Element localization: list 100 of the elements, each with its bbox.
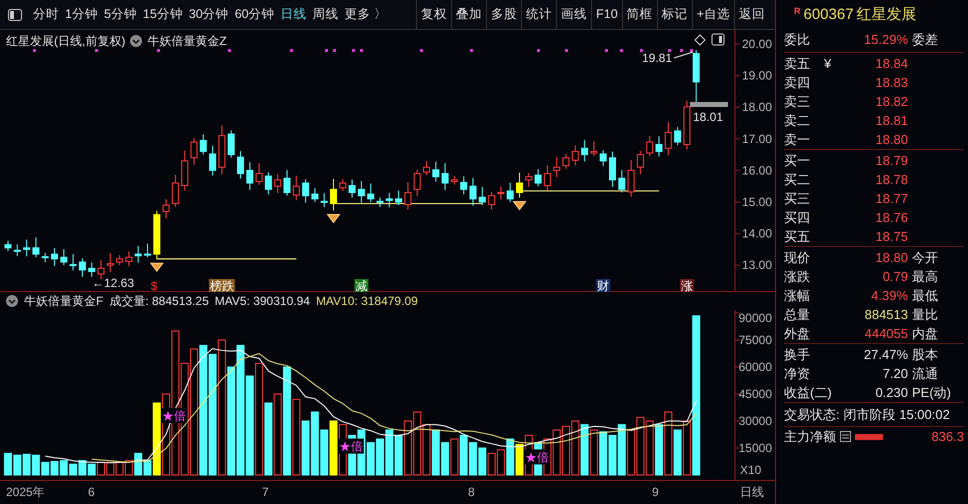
date-axis-label: 6: [88, 484, 95, 501]
toolbar-button[interactable]: 叠加: [451, 0, 486, 29]
quote-label: 总量: [784, 306, 811, 324]
indicator-name[interactable]: 牛妖倍量黄金F: [24, 292, 104, 310]
quote-label: 换手: [784, 346, 811, 364]
price-axis-label: 19.00: [742, 68, 772, 83]
trade-status-value: 闭市阶段 15:00:02: [844, 406, 950, 424]
toolbar-button[interactable]: 多股: [486, 0, 522, 29]
price-axis-label: 16.00: [742, 163, 772, 178]
quote-label: PE(动): [912, 384, 952, 402]
period-tab[interactable]: 日线: [278, 5, 310, 24]
period-tab[interactable]: 周线: [310, 5, 342, 24]
quote-value: 7.20: [882, 364, 908, 383]
quote-label: 买三: [784, 190, 811, 208]
toolbar-button[interactable]: 返回: [734, 0, 769, 29]
period-label: 日线: [740, 484, 764, 501]
signal-tag: 榜跌: [208, 279, 235, 292]
signal-label: ★倍: [161, 408, 188, 423]
quote-label: 买二: [784, 170, 811, 189]
date-axis-label: 7: [262, 484, 269, 501]
indicator-name[interactable]: 牛妖倍量黄金Z: [147, 32, 227, 50]
quote-label: 卖三: [784, 92, 811, 111]
quote-label: 流通: [912, 364, 939, 383]
signal-tag: 减: [354, 279, 368, 292]
period-tab[interactable]: 1分钟: [62, 5, 101, 24]
quote-label: 收益(二): [784, 384, 832, 402]
volume-axis-label: 90000: [738, 311, 772, 325]
quote-label: 今开: [912, 248, 939, 267]
quote-value: 884513: [864, 306, 908, 324]
volume-multiplier: X10: [740, 463, 762, 477]
price-axis-label: 15.00: [742, 195, 772, 209]
toolbar-button[interactable]: 简框: [622, 0, 657, 29]
low-price-label: ←12.63: [92, 276, 134, 290]
signal-label: ★倍: [524, 449, 550, 464]
quote-label: 涨幅: [784, 286, 811, 305]
quote-label: 净资: [784, 364, 811, 383]
quote-value: 0.79: [882, 268, 908, 286]
toolbar-button[interactable]: 复权: [416, 0, 452, 29]
period-tab[interactable]: 60分钟: [232, 5, 278, 24]
quote-value: 444055: [864, 324, 908, 343]
toolbar-button[interactable]: 画线: [556, 0, 592, 29]
period-tab[interactable]: 更多 〉: [342, 5, 390, 24]
toolbar-button[interactable]: 标记: [656, 0, 692, 29]
currency-mark: ¥: [824, 54, 832, 73]
quote-label: 外盘: [784, 324, 811, 343]
signal-label: ★倍: [338, 438, 364, 454]
volume-axis-label: 45000: [738, 387, 772, 401]
signal-tag: 涨: [680, 279, 694, 292]
quote-value: 18.79: [875, 152, 908, 170]
quote-value: 18.80: [875, 130, 908, 149]
quote-value: 18.77: [875, 190, 908, 208]
quote-value: 0.230: [875, 384, 908, 402]
quote-label: 买一: [784, 152, 811, 170]
main-flow-value: 836.3: [931, 428, 964, 446]
quote-label: 委比: [784, 30, 811, 49]
quote-value: 4.39%: [871, 286, 908, 305]
signal-tag: $: [150, 279, 158, 292]
quote-label: 卖五: [784, 54, 811, 73]
quote-label: 委差: [912, 30, 939, 49]
quote-value: 18.81: [875, 112, 908, 130]
stock-name: 红星发展: [856, 4, 917, 25]
quote-value: 27.47%: [864, 346, 908, 364]
signal-tag: 财: [596, 279, 610, 292]
quote-label: 涨跌: [784, 268, 811, 286]
volume-axis-label: 60000: [738, 360, 772, 374]
toolbar-button[interactable]: 统计: [521, 0, 556, 29]
high-price-label: 19.81: [642, 51, 672, 65]
price-axis-label: 18.00: [742, 100, 772, 114]
toolbar-button[interactable]: F10: [591, 0, 622, 29]
period-tab[interactable]: 15分钟: [140, 5, 186, 24]
quote-label: 买四: [784, 208, 811, 227]
date-axis-label: 2025年: [6, 484, 45, 501]
price-axis-label: 14.00: [742, 226, 772, 241]
price-axis-label: 17.00: [742, 132, 772, 146]
trade-status-label: 交易状态:: [784, 406, 840, 424]
market-label: R: [794, 5, 800, 18]
period-tab[interactable]: 5分钟: [100, 5, 140, 24]
mav5-reading: MAV5: 390310.94: [214, 293, 310, 310]
volume-axis-label: 75000: [738, 333, 772, 347]
price-axis-label: 20.00: [742, 37, 772, 51]
period-tab[interactable]: 30分钟: [186, 5, 232, 24]
quote-label: 最高: [912, 268, 939, 286]
quote-label: 卖二: [784, 112, 811, 130]
volume-axis-label: 15000: [738, 441, 772, 455]
quote-label: 量比: [912, 306, 939, 324]
quote-value: 18.82: [875, 92, 908, 111]
quote-value: 18.76: [875, 208, 908, 227]
quote-value: 18.75: [875, 228, 908, 246]
quote-label: 买五: [784, 228, 811, 246]
quote-label: 现价: [784, 248, 811, 267]
stock-code: 600367: [804, 4, 854, 25]
quote-value: 15.29%: [864, 30, 908, 49]
last-price-label: 18.01: [693, 110, 724, 124]
quote-value: 18.83: [875, 74, 908, 92]
price-axis-label: 13.00: [742, 258, 772, 272]
period-tab[interactable]: 分时: [30, 5, 62, 24]
quote-label: 卖一: [784, 130, 811, 149]
quote-label: 卖四: [784, 74, 811, 92]
volume-axis-label: 30000: [738, 414, 772, 428]
toolbar-button[interactable]: +自选: [692, 0, 734, 29]
